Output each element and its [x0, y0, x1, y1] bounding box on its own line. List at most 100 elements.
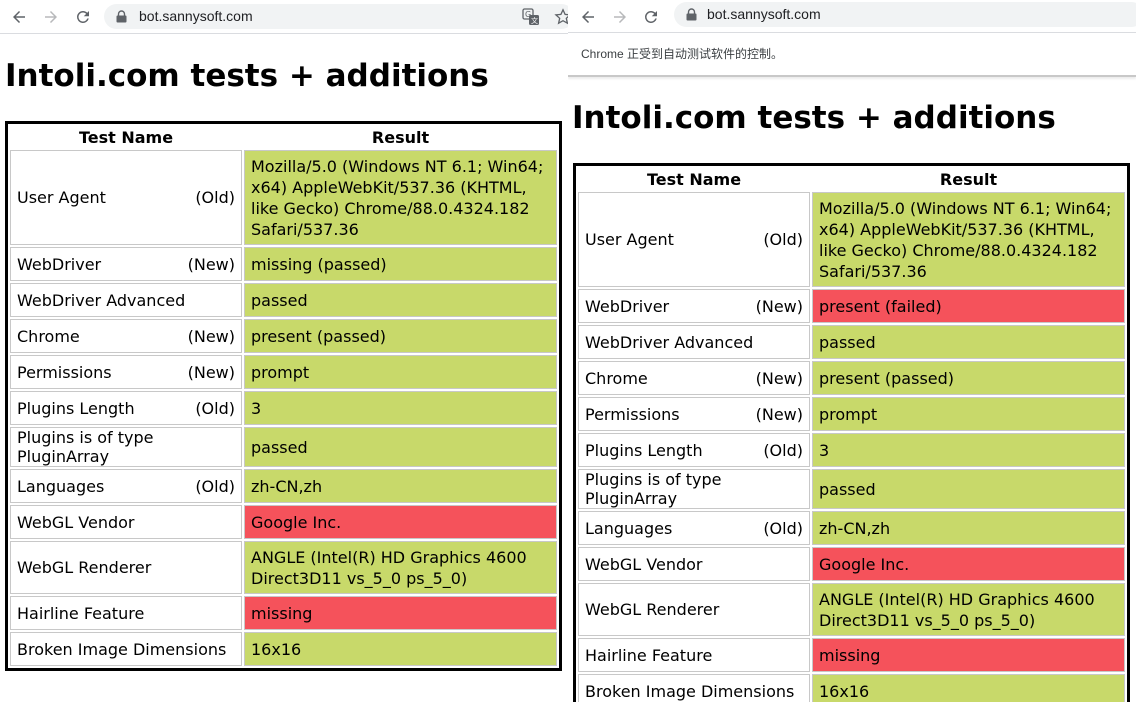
test-name-wrapper: Languages (Old): [585, 519, 803, 538]
table-row: Plugins is of type PluginArray passed: [578, 469, 1125, 509]
test-name-wrapper: WebDriver (New): [585, 297, 803, 316]
test-name-cell: Hairline Feature: [578, 638, 810, 672]
table-header-row: Test Name Result: [578, 168, 1125, 190]
test-name-wrapper: WebGL Renderer: [17, 558, 235, 577]
test-tag: (Old): [763, 230, 803, 249]
test-name-wrapper: Hairline Feature: [17, 604, 235, 623]
test-name-wrapper: Plugins is of type PluginArray: [585, 470, 803, 508]
table-row: WebGL Vendor Google Inc.: [10, 505, 557, 539]
test-name: WebDriver Advanced: [17, 290, 186, 310]
table-row: WebGL Vendor Google Inc.: [578, 547, 1125, 581]
test-tag: (Old): [763, 440, 803, 460]
test-result-cell: 16x16: [812, 674, 1125, 702]
test-name-wrapper: Permissions (New): [17, 363, 235, 382]
test-name-cell: Chrome (New): [578, 361, 810, 395]
test-tag: (Old): [195, 398, 235, 418]
address-bar[interactable]: bot.sannysoft.com G文: [104, 4, 568, 29]
test-name: WebDriver: [585, 296, 670, 316]
back-button[interactable]: [6, 0, 32, 33]
lock-icon: [116, 10, 127, 23]
forward-button[interactable]: [38, 0, 64, 33]
table-row: Chrome (New) present (passed): [10, 319, 557, 353]
test-result-cell: Google Inc.: [244, 505, 557, 539]
test-result-cell: present (passed): [812, 361, 1125, 395]
page-title: Intoli.com tests + additions: [5, 58, 489, 94]
test-name-wrapper: Broken Image Dimensions: [585, 682, 803, 701]
test-name: Plugins Length: [17, 398, 135, 418]
table-body: User Agent (Old) Mozilla/5.0 (Windows NT 6…: [578, 192, 1125, 702]
test-tag: (New): [187, 254, 235, 274]
test-name: Broken Image Dimensions: [17, 639, 227, 659]
test-result-cell: passed: [812, 469, 1125, 509]
test-result-cell: 3: [244, 391, 557, 425]
test-name-wrapper: WebGL Vendor: [585, 555, 803, 574]
test-name-wrapper: Languages (Old): [17, 477, 235, 496]
column-header-result: Result: [939, 169, 998, 189]
test-result-cell: Google Inc.: [812, 547, 1125, 581]
test-result-cell: prompt: [244, 355, 557, 389]
test-result-cell: 3: [812, 433, 1125, 467]
test-name-cell: Permissions (New): [578, 397, 810, 431]
test-name-wrapper: Hairline Feature: [585, 646, 803, 665]
test-result-cell: Mozilla/5.0 (Windows NT 6.1; Win64; x64)…: [244, 150, 557, 245]
test-name-wrapper: Chrome (New): [585, 369, 803, 388]
browser-toolbar: bot.sannysoft.com: [568, 0, 1136, 33]
test-tag: (New): [755, 296, 803, 316]
browser-window-left: bot.sannysoft.com G文 Intoli.com tests + …: [0, 0, 568, 702]
star-icon[interactable]: [554, 8, 568, 26]
test-result-cell: 16x16: [244, 632, 557, 666]
test-name-cell: WebGL Renderer: [10, 541, 242, 594]
test-name-wrapper: WebDriver (New): [17, 255, 235, 274]
test-name-cell: Permissions (New): [10, 355, 242, 389]
test-result-cell: present (passed): [244, 319, 557, 353]
test-result-cell: ANGLE (Intel(R) HD Graphics 4600 Direct3…: [812, 583, 1125, 636]
arrow-left-icon: [13, 10, 25, 23]
test-name-cell: WebDriver Advanced: [578, 325, 810, 359]
test-name-cell: WebDriver (New): [578, 289, 810, 323]
automation-infobar: Chrome 正受到自动测试软件的控制。: [568, 33, 1136, 77]
reload-button[interactable]: [638, 0, 664, 33]
arrow-right-icon: [614, 10, 626, 23]
test-result-cell: ANGLE (Intel(R) HD Graphics 4600 Direct3…: [244, 541, 557, 594]
table-row: Plugins is of type PluginArray passed: [10, 427, 557, 467]
test-name-cell: Plugins Length (Old): [578, 433, 810, 467]
address-bar[interactable]: bot.sannysoft.com: [674, 2, 1136, 27]
test-tag: (New): [755, 404, 803, 424]
table-row: WebDriver Advanced passed: [578, 325, 1125, 359]
test-tag: (Old): [195, 476, 235, 496]
test-name: WebDriver: [17, 254, 102, 274]
test-name-wrapper: WebDriver Advanced: [585, 333, 803, 352]
forward-button[interactable]: [607, 0, 633, 33]
table-row: Permissions (New) prompt: [10, 355, 557, 389]
test-result-cell: zh-CN,zh: [812, 511, 1125, 545]
test-name-wrapper: Plugins is of type PluginArray: [17, 428, 235, 466]
test-result-cell: passed: [244, 283, 557, 317]
table-row: Languages (Old) zh-CN,zh: [578, 511, 1125, 545]
table-row: Plugins Length (Old) 3: [10, 391, 557, 425]
browser-toolbar: bot.sannysoft.com G文: [0, 0, 568, 34]
lock-icon: [686, 8, 697, 21]
test-name: Chrome: [17, 326, 80, 346]
test-tag: (Old): [195, 188, 235, 207]
test-name-wrapper: Plugins Length (Old): [585, 441, 803, 460]
browser-window-right: bot.sannysoft.com Chrome 正受到自动测试软件的控制。 I…: [568, 0, 1136, 702]
test-name: Chrome: [585, 368, 648, 388]
table-row: Broken Image Dimensions 16x16: [578, 674, 1125, 702]
test-name-wrapper: Broken Image Dimensions: [17, 640, 235, 659]
url-text: bot.sannysoft.com: [139, 8, 253, 24]
back-button[interactable]: [575, 0, 601, 33]
test-name-cell: WebGL Renderer: [578, 583, 810, 636]
test-name-cell: User Agent (Old): [578, 192, 810, 287]
test-result-cell: missing: [812, 638, 1125, 672]
test-name-cell: Broken Image Dimensions: [578, 674, 810, 702]
test-name: WebGL Renderer: [17, 558, 152, 577]
table-row: Hairline Feature missing: [10, 596, 557, 630]
table-row: WebDriver Advanced passed: [10, 283, 557, 317]
reload-button[interactable]: [70, 0, 96, 33]
test-name-wrapper: User Agent (Old): [17, 188, 235, 207]
test-name: WebGL Vendor: [17, 512, 135, 532]
test-name: WebDriver Advanced: [585, 332, 754, 352]
translate-icon[interactable]: G文: [522, 8, 540, 26]
arrow-right-icon: [45, 10, 57, 23]
reload-icon: [644, 10, 657, 23]
